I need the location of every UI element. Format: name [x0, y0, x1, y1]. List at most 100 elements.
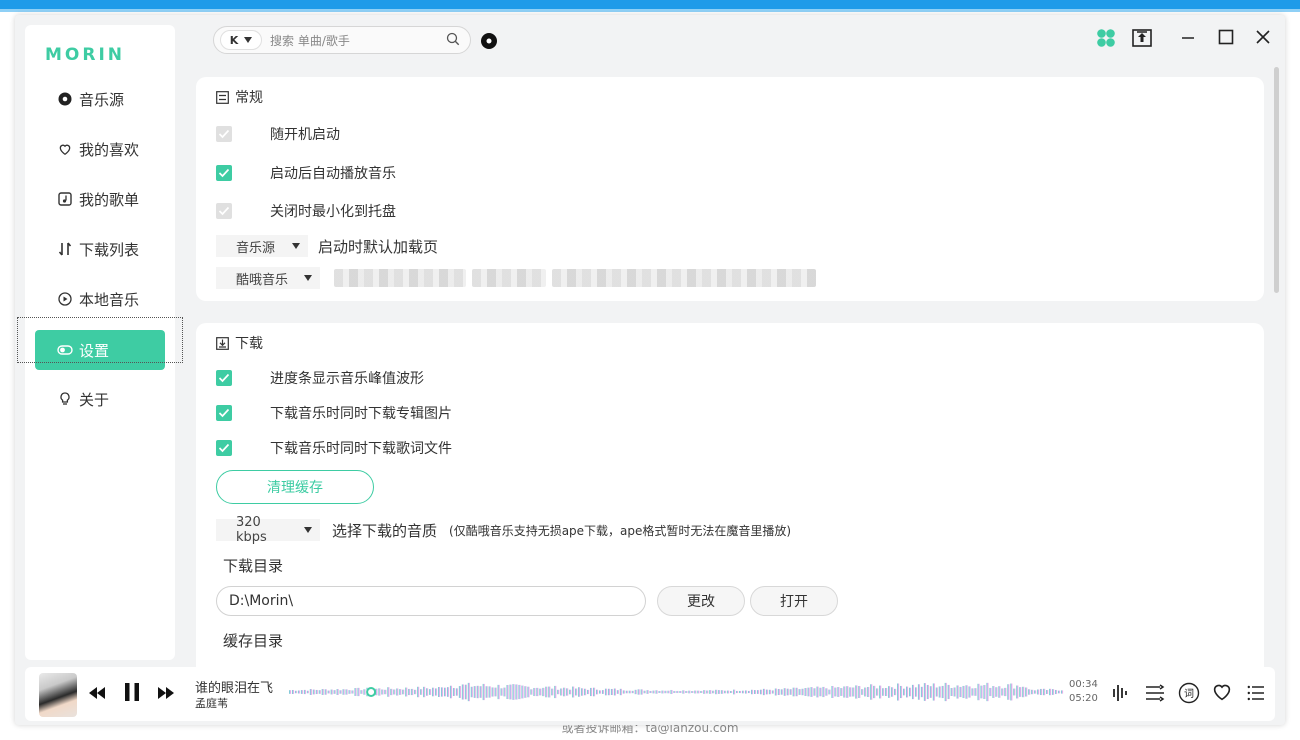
waveform-bar	[909, 687, 912, 697]
waveform-bar	[441, 687, 444, 697]
maximize-icon[interactable]	[1218, 29, 1234, 45]
waveform-bar	[339, 690, 342, 694]
waveform-bar	[754, 690, 757, 694]
option-autostart[interactable]: 随开机启动	[216, 124, 340, 144]
check-icon	[218, 443, 230, 453]
waveform-bar	[342, 689, 345, 695]
vinyl-icon[interactable]	[481, 33, 497, 49]
quality-select[interactable]: 320 kbps	[216, 515, 320, 545]
checkbox-autoplay[interactable]	[216, 165, 232, 181]
option-lyrics[interactable]: 下载音乐时同时下载歌词文件	[216, 438, 452, 458]
checkbox-minimize-tray[interactable]	[216, 203, 232, 219]
option-autoplay[interactable]: 启动后自动播放音乐	[216, 163, 396, 183]
waveform-bar	[1001, 688, 1004, 696]
waveform-bar	[718, 690, 721, 694]
waveform-bar	[900, 685, 903, 699]
next-icon[interactable]	[157, 686, 175, 700]
waveform-bar	[420, 689, 423, 695]
waveform-bar	[807, 687, 810, 697]
sidebar-item-local-music[interactable]: 本地音乐	[35, 279, 165, 319]
download-dir-input[interactable]: D:\Morin\	[216, 586, 646, 616]
minimize-icon[interactable]	[1181, 29, 1195, 45]
waveform-bar	[560, 688, 563, 696]
scrollbar-thumb[interactable]	[1274, 67, 1279, 293]
waveform-bar	[1046, 690, 1049, 694]
waveform-bar	[673, 690, 676, 694]
sidebar-item-playlists[interactable]: 我的歌单	[35, 179, 165, 219]
waveform-bar	[446, 687, 450, 697]
waveform-bar	[327, 690, 330, 694]
option-waveform[interactable]: 进度条显示音乐峰值波形	[216, 368, 424, 388]
waveform-bar	[566, 688, 569, 696]
sidebar-item-favorites[interactable]: 我的喜欢	[35, 129, 165, 169]
change-dir-button[interactable]: 更改	[657, 586, 745, 616]
checkbox-autostart[interactable]	[216, 126, 232, 142]
source-selector[interactable]: K	[220, 30, 262, 50]
checkbox-lyrics[interactable]	[216, 440, 232, 456]
search-icon[interactable]	[446, 31, 460, 50]
checkbox-album-art[interactable]	[216, 405, 232, 421]
clear-cache-button[interactable]: 清理缓存	[216, 470, 374, 504]
waveform-bar	[789, 689, 792, 695]
waveform-bar	[756, 690, 760, 694]
caret-down-icon	[304, 527, 312, 533]
option-label: 启动后自动播放音乐	[270, 166, 396, 182]
waveform-bar	[965, 685, 968, 699]
waveform-bar	[336, 689, 339, 695]
waveform-bar	[488, 686, 491, 698]
waveform-bar	[470, 686, 473, 698]
waveform-bar	[891, 687, 894, 697]
close-icon[interactable]	[1255, 29, 1271, 45]
search-input[interactable]: 搜索 单曲/歌手	[270, 32, 446, 49]
previous-icon[interactable]	[88, 686, 106, 700]
music-source-select[interactable]: 酷哦音乐	[216, 267, 320, 289]
waveform-bar	[572, 686, 575, 698]
album-cover[interactable]	[39, 673, 77, 717]
checkbox-waveform[interactable]	[216, 370, 232, 386]
heart-icon[interactable]	[1212, 683, 1232, 701]
pause-icon[interactable]	[124, 682, 140, 702]
redacted-text	[472, 269, 546, 287]
playlist-queue-icon[interactable]	[1247, 684, 1265, 702]
waveform-bar	[291, 689, 295, 695]
waveform-bar	[670, 689, 673, 695]
progress-knob[interactable]	[366, 687, 377, 697]
current-time: 00:34	[1069, 679, 1098, 690]
caret-down-icon	[244, 37, 253, 43]
waveform-bar	[423, 686, 426, 698]
sidebar-item-music-source[interactable]: 音乐源	[35, 79, 165, 119]
waveform-bar	[482, 683, 485, 701]
waveform-bar	[843, 686, 846, 698]
waveform-bar	[607, 688, 611, 696]
waveform-bar	[1034, 690, 1037, 694]
equalizer-icon[interactable]	[1112, 683, 1130, 703]
waveform-bar	[846, 686, 849, 698]
redacted-text	[334, 269, 466, 287]
waveform-bar	[774, 688, 777, 696]
waveform-bar	[530, 689, 533, 695]
mini-mode-icon[interactable]	[1132, 29, 1152, 47]
sidebar-item-downloads[interactable]: 下载列表	[35, 229, 165, 269]
option-minimize-tray[interactable]: 关闭时最小化到托盘	[216, 201, 396, 221]
waveform-progress[interactable]	[289, 679, 1064, 705]
waveform-bar	[986, 682, 989, 702]
player-bar: 谁的眼泪在飞 孟庭苇 00:34 05:20 词	[25, 667, 1275, 721]
waveform-bar	[983, 685, 986, 699]
search-bar[interactable]: K 搜索 单曲/歌手	[213, 26, 471, 54]
waveform-bar	[876, 688, 879, 696]
waveform-bar	[461, 684, 464, 700]
skin-icon[interactable]	[1096, 28, 1116, 48]
waveform-bar	[1058, 690, 1061, 694]
open-dir-button[interactable]: 打开	[750, 586, 838, 616]
waveform-bar	[953, 687, 956, 697]
waveform-bar	[804, 688, 807, 696]
startup-page-select[interactable]: 音乐源	[216, 235, 308, 257]
play-mode-icon[interactable]	[1145, 684, 1165, 702]
waveform-bar	[840, 688, 843, 696]
waveform-bar	[1052, 689, 1055, 695]
sidebar-item-about[interactable]: 关于	[35, 379, 165, 419]
option-album-art[interactable]: 下载音乐时同时下载专辑图片	[216, 403, 452, 423]
waveform-bar	[509, 684, 512, 700]
lyrics-icon[interactable]: 词	[1178, 682, 1200, 704]
waveform-bar	[345, 689, 348, 695]
